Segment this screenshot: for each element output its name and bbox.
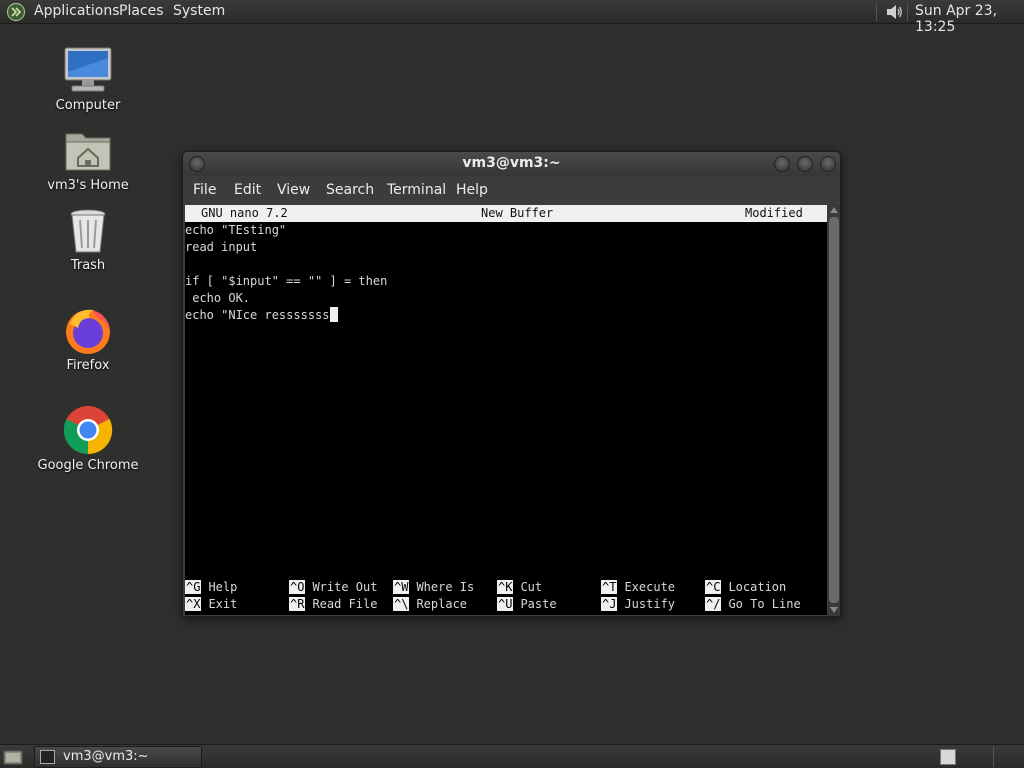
menu-edit[interactable]: Edit [234, 182, 261, 198]
shortcut-cut: ^K Cut [497, 580, 543, 594]
shortcut-write-out: ^O Write Out [289, 580, 378, 594]
shortcut-exit: ^X Exit [185, 597, 238, 611]
terminal-area[interactable]: GNU nano 7.2 New Buffer Modified echo "T… [185, 205, 827, 615]
workspace-switcher[interactable] [940, 749, 956, 765]
taskbar-button-terminal[interactable]: vm3@vm3:~ [34, 746, 202, 768]
editor-line: if [ "$input" == "" ] = then [185, 274, 388, 288]
minimize-icon[interactable] [774, 156, 790, 172]
editor-line-text: echo "NIce resssssss [185, 308, 330, 322]
nano-modified-status: Modified [745, 206, 803, 220]
menu-help[interactable]: Help [456, 182, 488, 198]
shortcut-execute: ^T Execute [601, 580, 676, 594]
desktop-icon-label: vm3's Home [47, 178, 129, 193]
clock[interactable]: Sun Apr 23, 13:25 [915, 3, 1024, 35]
menu-terminal[interactable]: Terminal [387, 182, 446, 198]
nano-buffer-name: New Buffer [481, 206, 554, 220]
editor-line: read input [185, 240, 258, 254]
shortcut-help: ^G Help [185, 580, 238, 594]
trash-icon [70, 209, 106, 253]
terminal-window: vm3@vm3:~ File Edit View Search Terminal… [182, 151, 841, 617]
window-title: vm3@vm3:~ [462, 155, 561, 171]
desktop-icon-label: Firefox [66, 358, 110, 373]
firefox-icon [66, 309, 110, 354]
desktop-icon-label: Trash [70, 258, 106, 273]
nano-header: GNU nano 7.2 New Buffer Modified [185, 205, 827, 222]
text-cursor [329, 307, 338, 322]
window-menubar: File Edit View Search Terminal Help [183, 176, 840, 204]
terminal-scrollbar[interactable] [828, 205, 840, 615]
shortcut-go-to-line: ^/Go To Line [705, 597, 801, 611]
applications-menu[interactable]: Applications [34, 3, 120, 19]
shortcut-location: ^C Location [705, 580, 787, 594]
places-menu[interactable]: Places [119, 3, 164, 19]
desktop-icon-computer[interactable]: Computer [33, 44, 143, 113]
computer-icon [64, 47, 112, 92]
desktop-icon-label: Google Chrome [37, 458, 139, 473]
editor-line: echo "TEsting" [185, 223, 287, 237]
desktop-icon-chrome[interactable]: Google Chrome [33, 404, 143, 473]
system-menu[interactable]: System [173, 3, 225, 19]
close-icon[interactable] [820, 156, 836, 172]
volume-icon[interactable] [884, 2, 904, 22]
editor-line-current: echo "NIce resssssss [185, 307, 338, 324]
menu-file[interactable]: File [193, 182, 216, 198]
taskbar-button-label: vm3@vm3:~ [63, 749, 149, 764]
panel-separator [907, 3, 908, 21]
shortcut-paste: ^U Paste [497, 597, 557, 611]
shortcut-replace: ^\ Replace [393, 597, 468, 611]
scroll-up-icon[interactable] [830, 207, 838, 213]
menu-view[interactable]: View [277, 182, 310, 198]
desktop-icon-trash[interactable]: Trash [33, 206, 143, 273]
scroll-down-icon[interactable] [830, 607, 838, 613]
show-desktop-icon[interactable] [3, 748, 23, 766]
top-panel: Applications Places System Sun Apr 23, 1… [0, 0, 1024, 35]
desktop-icon-home[interactable]: vm3's Home [33, 126, 143, 193]
shortcut-where-is: ^W Where Is [393, 580, 475, 594]
nano-version: GNU nano 7.2 [201, 206, 288, 220]
menu-search[interactable]: Search [326, 182, 374, 198]
desktop-icon-firefox[interactable]: Firefox [33, 304, 143, 373]
shortcut-justify: ^J Justify [601, 597, 676, 611]
chrome-icon [63, 406, 113, 455]
desktop-icon-label: Computer [55, 98, 121, 113]
shortcut-read-file: ^R Read File [289, 597, 378, 611]
terminal-icon [40, 750, 55, 764]
panel-separator [993, 747, 994, 767]
home-folder-icon [65, 133, 111, 171]
panel-separator [876, 3, 877, 21]
scrollbar-thumb[interactable] [829, 217, 839, 603]
window-titlebar[interactable]: vm3@vm3:~ [183, 152, 840, 176]
mate-menu-icon[interactable] [6, 2, 26, 22]
bottom-panel: vm3@vm3:~ [0, 744, 1024, 768]
editor-line: echo OK. [185, 291, 251, 305]
maximize-icon[interactable] [797, 156, 813, 172]
